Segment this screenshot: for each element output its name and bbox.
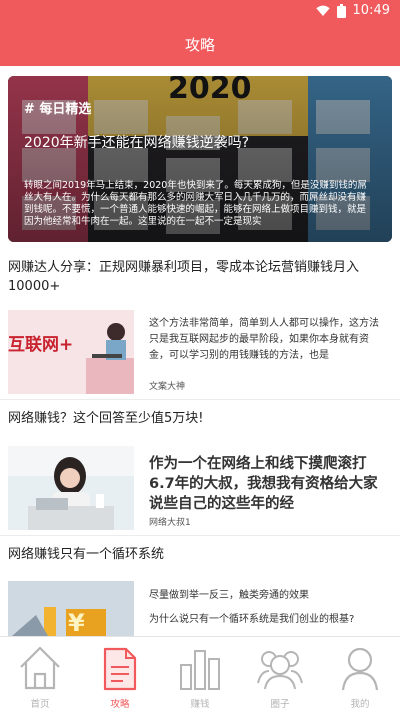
article-author: 文案大神: [149, 382, 186, 392]
article-feed[interactable]: 2020 # 每日精选 2020年新手还能在网络赚钱逆袭吗? 转眼之间2019年…: [0, 66, 400, 636]
thumbnail-text: 互联网+: [8, 335, 74, 355]
tab-label: 首页: [30, 699, 50, 710]
tab-earn[interactable]: 赚钱: [160, 637, 240, 710]
svg-text:¥: ¥: [68, 609, 85, 636]
user-icon: [341, 647, 379, 691]
divider: [0, 399, 400, 400]
status-bar: 10:49: [0, 0, 400, 24]
article-thumbnail[interactable]: ¥: [8, 581, 134, 636]
article-snippet: 尽量做到举一反三，触类旁通的效果: [149, 590, 309, 601]
article-thumbnail[interactable]: 互联网+: [8, 310, 134, 394]
document-icon: [103, 647, 137, 691]
article-snippet: 这个方法非常简单，简单到人人都可以操作，这方法只是我互联网起步的最早阶段，如果你…: [149, 318, 379, 361]
tab-profile[interactable]: 我的: [320, 637, 400, 710]
page-title: 攻略: [184, 36, 215, 54]
status-time: 10:49: [352, 3, 390, 18]
woman-with-laptop-image: [8, 446, 134, 530]
tab-label: 攻略: [110, 699, 130, 710]
tab-home[interactable]: 首页: [0, 637, 80, 710]
divider: [0, 535, 400, 536]
tab-guide[interactable]: 攻略: [80, 637, 160, 710]
bottom-tab-bar: 首页 攻略 赚钱 圈子 我的: [0, 636, 400, 710]
article-snippet: 作为一个在网络上和线下摸爬滚打6.7年的大叔，我想我有资格给大家说些自己的这些年…: [149, 456, 378, 512]
article-title[interactable]: 网络赚钱？这个回答至少值5万块!: [8, 409, 392, 428]
featured-card[interactable]: 2020 # 每日精选 2020年新手还能在网络赚钱逆袭吗? 转眼之间2019年…: [8, 76, 392, 242]
article-author: 网络大叔1: [149, 518, 191, 528]
daily-picks-tag: # 每日精选: [24, 102, 92, 117]
article-title[interactable]: 网赚达人分享：正规网赚暴利项目，零成本论坛营销赚钱月入10000+: [8, 258, 392, 296]
featured-title: 2020年新手还能在网络赚钱逆袭吗?: [24, 135, 250, 151]
wifi-icon: [315, 5, 330, 16]
article-snippet: 为什么说只有一个循环系统是我们创业的根基?: [149, 614, 355, 625]
battery-icon: [336, 3, 346, 18]
article-title[interactable]: 网络赚钱只有一个循环系统: [8, 545, 392, 564]
yuan-symbol-image: ¥: [8, 581, 134, 636]
tab-label: 我的: [350, 699, 370, 710]
featured-description: 转眼之间2019年马上结束，2020年也快到来了。每天累成狗，但是没赚到钱的屌丝…: [24, 180, 367, 227]
bar-chart-icon: [180, 650, 220, 690]
article-thumbnail[interactable]: [8, 446, 134, 530]
group-icon: [257, 651, 303, 690]
home-icon: [20, 646, 60, 690]
desk-figure-icon: [86, 323, 134, 394]
tab-circle[interactable]: 圈子: [240, 637, 320, 710]
tab-label: 赚钱: [190, 699, 210, 710]
app-bar: 攻略: [0, 24, 400, 66]
tab-label: 圈子: [270, 699, 290, 710]
